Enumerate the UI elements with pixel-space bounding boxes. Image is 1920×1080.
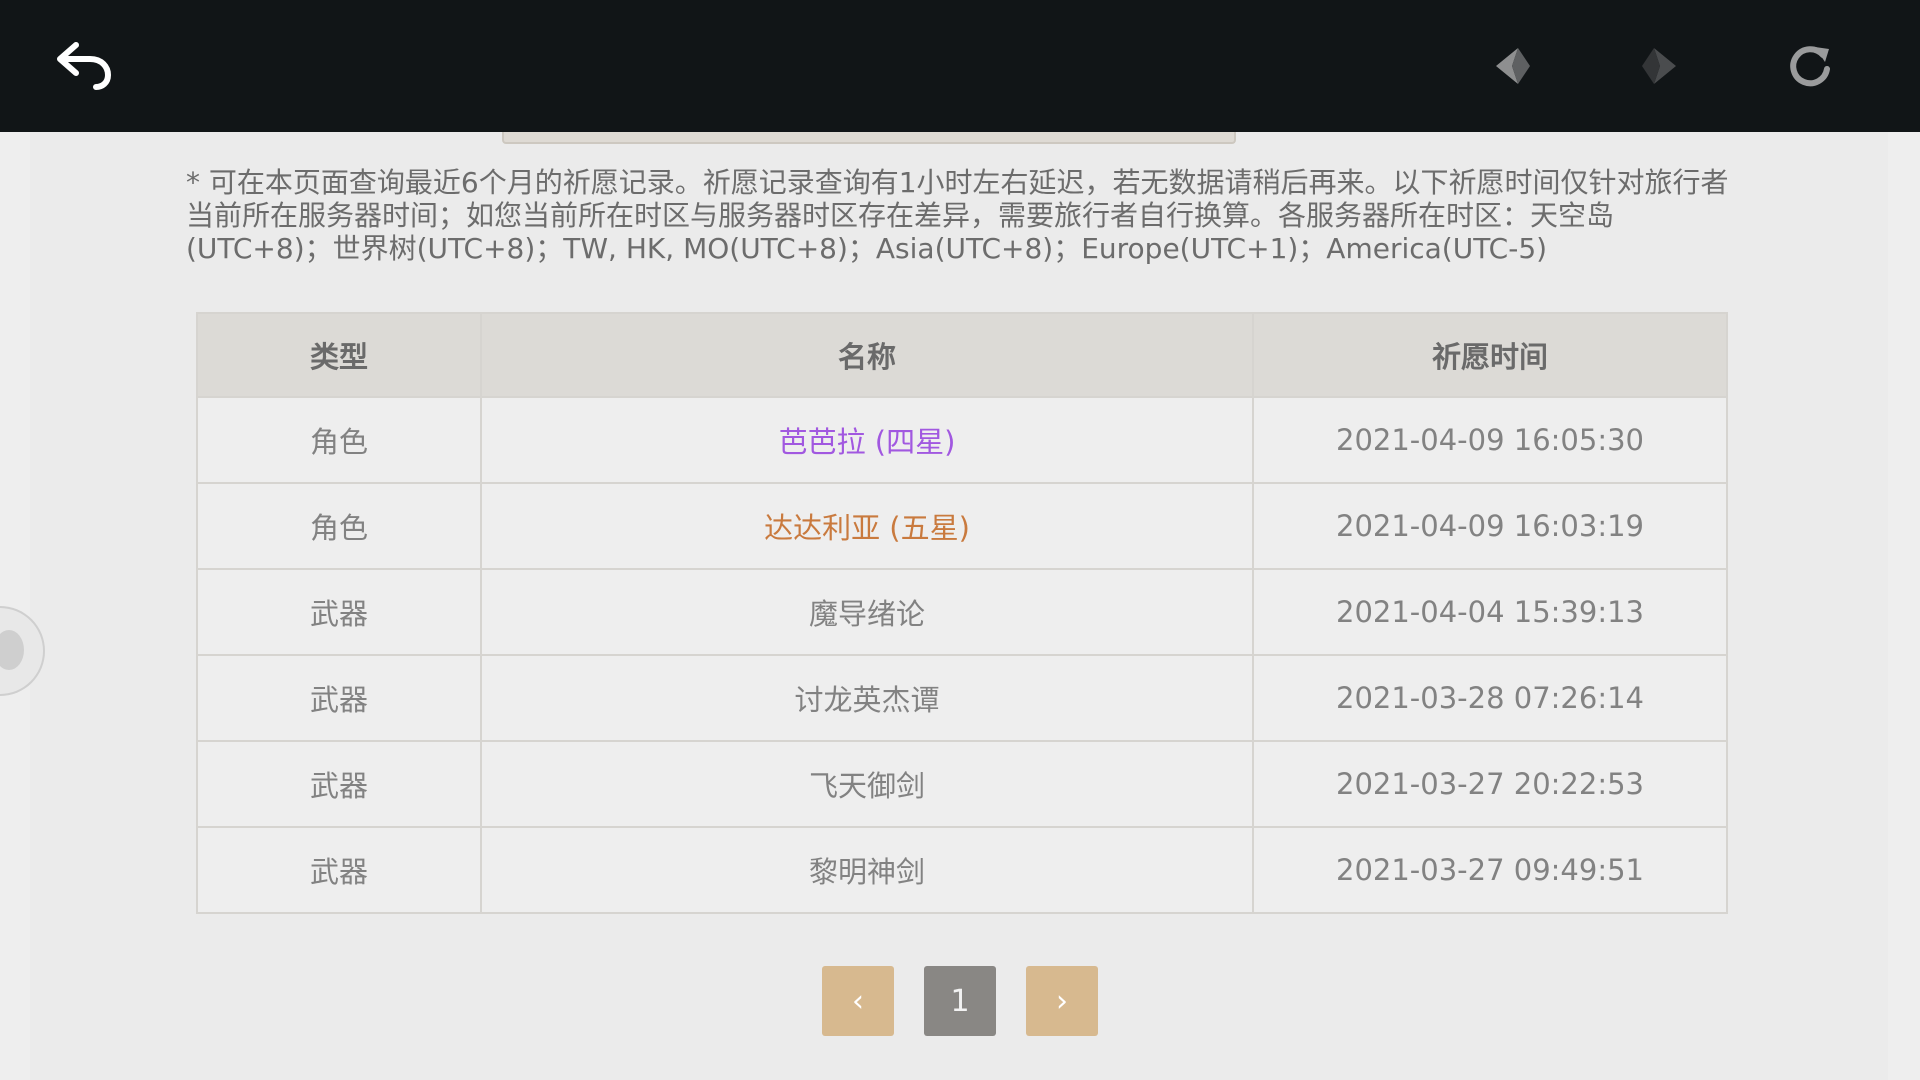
table-header-row: 类型 名称 祈愿时间 [196, 312, 1728, 398]
header-name: 名称 [480, 312, 1254, 398]
cell-name: 芭芭拉 (四星) [480, 396, 1254, 484]
refresh-button[interactable] [1772, 30, 1848, 102]
cell-time: 2021-03-28 07:26:14 [1252, 654, 1728, 742]
table-row: 角色 达达利亚 (五星) 2021-04-09 16:03:19 [196, 482, 1728, 570]
header-type: 类型 [196, 312, 482, 398]
page-number: 1 [950, 983, 970, 1019]
pagination-page-1[interactable]: 1 [924, 966, 996, 1036]
chevron-right-icon: › [1056, 983, 1068, 1019]
cell-time: 2021-03-27 09:49:51 [1252, 826, 1728, 914]
back-arrow-icon [57, 42, 112, 90]
table-row: 武器 讨龙英杰谭 2021-03-28 07:26:14 [196, 654, 1728, 742]
cell-type: 武器 [196, 740, 482, 828]
table-row: 武器 飞天御剑 2021-03-27 20:22:53 [196, 740, 1728, 828]
cell-type: 武器 [196, 826, 482, 914]
cell-time: 2021-04-09 16:03:19 [1252, 482, 1728, 570]
cell-type: 角色 [196, 482, 482, 570]
cell-name: 飞天御剑 [480, 740, 1254, 828]
banner-selector-edge [502, 132, 1236, 144]
pagination: ‹ 1 › [30, 966, 1888, 1036]
wish-history-page: * 可在本页面查询最近6个月的祈愿记录。祈愿记录查询有1小时左右延迟，若无数据请… [30, 132, 1888, 1080]
prev-arrow-icon [1496, 48, 1530, 84]
cell-name: 达达利亚 (五星) [480, 482, 1254, 570]
wish-history-table: 类型 名称 祈愿时间 角色 芭芭拉 (四星) 2021-04-09 16:05:… [196, 312, 1728, 914]
cell-name: 魔导绪论 [480, 568, 1254, 656]
table-row: 武器 魔导绪论 2021-04-04 15:39:13 [196, 568, 1728, 656]
notice-text: * 可在本页面查询最近6个月的祈愿记录。祈愿记录查询有1小时左右延迟，若无数据请… [186, 166, 1729, 265]
back-button[interactable] [46, 30, 122, 102]
refresh-icon [1790, 46, 1830, 87]
next-page-button[interactable] [1622, 30, 1698, 102]
cell-type: 武器 [196, 654, 482, 742]
prev-page-button[interactable] [1474, 30, 1550, 102]
chevron-left-icon: ‹ [852, 983, 864, 1019]
pagination-prev-button[interactable]: ‹ [822, 966, 894, 1036]
cell-type: 武器 [196, 568, 482, 656]
table-row: 武器 黎明神剑 2021-03-27 09:49:51 [196, 826, 1728, 914]
cell-time: 2021-03-27 20:22:53 [1252, 740, 1728, 828]
top-nav-bar [0, 0, 1920, 132]
cell-name: 黎明神剑 [480, 826, 1254, 914]
cell-type: 角色 [196, 396, 482, 484]
assistant-ball-icon [0, 630, 24, 670]
header-time: 祈愿时间 [1252, 312, 1728, 398]
cell-name: 讨龙英杰谭 [480, 654, 1254, 742]
cell-time: 2021-04-04 15:39:13 [1252, 568, 1728, 656]
next-arrow-icon [1642, 48, 1676, 84]
table-row: 角色 芭芭拉 (四星) 2021-04-09 16:05:30 [196, 396, 1728, 484]
cell-time: 2021-04-09 16:05:30 [1252, 396, 1728, 484]
pagination-next-button[interactable]: › [1026, 966, 1098, 1036]
